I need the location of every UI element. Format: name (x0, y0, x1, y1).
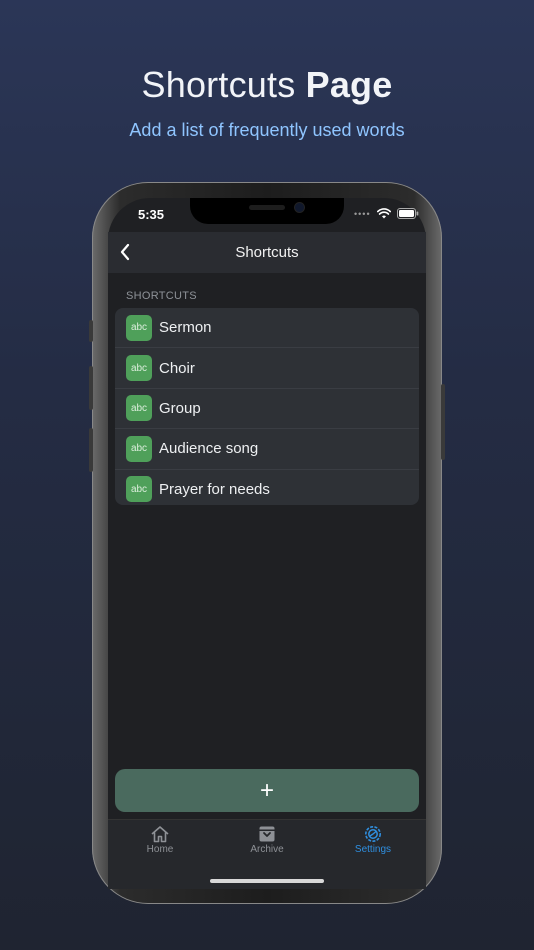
status-time: 5:35 (138, 207, 165, 222)
phone-side-button (89, 320, 93, 342)
abc-badge-icon: abc (126, 314, 152, 341)
abc-badge-icon: abc (126, 395, 152, 422)
home-icon (151, 826, 169, 843)
phone-volume-up (89, 366, 93, 410)
phone-volume-down (89, 428, 93, 472)
tab-home-label: Home (146, 844, 174, 855)
list-item-label: Sermon (159, 319, 212, 337)
abc-badge-icon: abc (126, 355, 152, 382)
archive-icon (259, 826, 275, 842)
settings-icon (365, 826, 381, 842)
list-item[interactable]: abc Choir (115, 348, 419, 389)
list-item-label: Prayer for needs (159, 480, 270, 498)
list-item-label: Choir (159, 359, 195, 377)
promo-subtitle: Add a list of frequently used words (129, 120, 405, 140)
list-item[interactable]: abc Audience song (115, 429, 419, 470)
list-item[interactable]: abc Sermon (115, 308, 419, 349)
phone-power-button (441, 384, 445, 460)
camera (295, 203, 304, 212)
promo-title-regular: Shortcuts (141, 64, 306, 105)
page-title: Shortcuts (235, 244, 299, 261)
home-indicator (210, 879, 324, 883)
status-icons: •••• (354, 208, 419, 219)
abc-badge-icon: abc (126, 476, 152, 503)
abc-badge-icon: abc (126, 435, 152, 462)
list-item-label: Audience song (159, 440, 259, 458)
section-header: SHORTCUTS (126, 290, 197, 302)
speaker (249, 205, 285, 210)
promo-title: Shortcuts Page (0, 64, 534, 106)
notch (190, 198, 344, 224)
list-item[interactable]: abc Prayer for needs (115, 470, 419, 505)
tab-archive[interactable]: Archive (227, 825, 307, 855)
shortcut-list: abc Sermon abc Choir abc Group abc Audie… (115, 308, 419, 505)
tab-settings-label: Settings (354, 844, 392, 855)
list-item-label: Group (159, 399, 201, 417)
battery-icon (396, 208, 418, 219)
signal-dots-icon: •••• (354, 208, 371, 219)
tab-settings[interactable]: Settings (333, 825, 413, 855)
tab-archive-label: Archive (250, 844, 284, 855)
wifi-icon (376, 208, 391, 219)
add-shortcut-button[interactable]: + (115, 769, 419, 812)
promo-title-bold: Page (305, 64, 393, 105)
list-item[interactable]: abc Group (115, 389, 419, 430)
tab-home[interactable]: Home (120, 825, 200, 855)
